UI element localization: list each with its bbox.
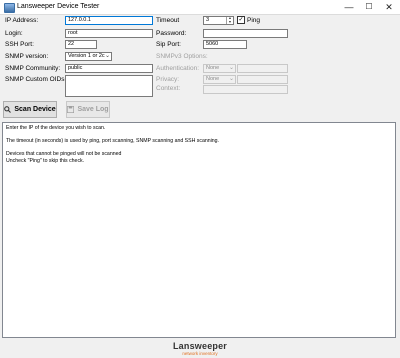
chevron-down-icon: ⌄ [104, 53, 110, 59]
authentication-password-input[interactable] [237, 64, 288, 73]
app-icon [4, 3, 15, 13]
ping-label: Ping [247, 17, 261, 24]
timeout-value: 3 [206, 17, 210, 23]
lansweeper-logo: Lansweeper network inventory [170, 341, 230, 357]
snmp-version-select[interactable]: Version 1 or 2c ⌄ [65, 52, 112, 61]
log-line: Devices that cannot be pinged will not b… [6, 151, 122, 158]
sip-port-label: Sip Port: [156, 41, 181, 48]
ip-address-label: IP Address: [5, 17, 39, 24]
save-log-label: Save Log [77, 106, 109, 113]
authentication-label: Authentication: [156, 65, 200, 72]
log-line: Enter the IP of the device you wish to s… [6, 125, 106, 131]
privacy-password-input[interactable] [237, 75, 288, 84]
snmpv3-options-title: SNMPv3 Options: [156, 53, 208, 60]
snmp-version-value: Version 1 or 2c [68, 53, 105, 59]
scan-device-label: Scan Device [14, 106, 56, 113]
chevron-down-icon: ⌄ [228, 65, 234, 71]
magnifier-icon [4, 106, 12, 113]
timeout-label: Timeout [156, 17, 180, 24]
log-line: The timeout (in seconds) is used by ping… [6, 138, 219, 145]
password-input[interactable] [203, 29, 288, 38]
checkmark-icon: ✓ [238, 17, 244, 23]
window-title: Lansweeper Device Tester [17, 3, 100, 10]
login-label: Login: [5, 30, 23, 37]
logo-brand: Lansweeper [172, 341, 228, 351]
timeout-spinner[interactable]: ▲ ▼ [226, 16, 233, 24]
save-log-button[interactable]: Save Log [66, 101, 110, 118]
maximize-button[interactable]: ☐ [360, 0, 378, 14]
close-button[interactable]: ✕ [380, 0, 398, 14]
ssh-port-label: SSH Port: [5, 41, 34, 48]
ssh-port-input[interactable]: 22 [65, 40, 97, 49]
privacy-select[interactable]: None ⌄ [203, 75, 236, 84]
password-label: Password: [156, 30, 187, 37]
snmp-community-input[interactable]: public [65, 64, 153, 73]
authentication-value: None [206, 65, 220, 71]
context-input[interactable] [203, 85, 288, 94]
ping-checkbox[interactable]: ✓ [237, 16, 245, 24]
snmp-community-label: SNMP Community: [5, 65, 61, 72]
ip-address-input[interactable]: 127.0.0.1 [65, 16, 153, 25]
output-log[interactable]: Enter the IP of the device you wish to s… [2, 122, 396, 338]
login-input[interactable]: root [65, 29, 153, 38]
snmp-custom-oids-input[interactable] [65, 75, 153, 97]
spin-down-icon: ▼ [228, 19, 232, 24]
timeout-input[interactable]: 3 ▲ ▼ [203, 16, 234, 25]
sip-port-input[interactable]: 5060 [203, 40, 247, 49]
logo-tagline: network inventory [182, 351, 218, 356]
minimize-button[interactable]: — [340, 0, 358, 14]
snmp-version-label: SNMP version: [5, 53, 49, 60]
scan-device-button[interactable]: Scan Device [3, 101, 57, 118]
authentication-select[interactable]: None ⌄ [203, 64, 236, 73]
floppy-disk-icon [67, 106, 75, 113]
snmp-custom-oids-label: SNMP Custom OIDs: [5, 76, 67, 83]
chevron-down-icon: ⌄ [228, 76, 234, 82]
privacy-value: None [206, 76, 220, 82]
context-label: Context: [156, 85, 181, 92]
privacy-label: Privacy: [156, 76, 180, 83]
log-line: Uncheck "Ping" to skip this check. [6, 157, 85, 164]
